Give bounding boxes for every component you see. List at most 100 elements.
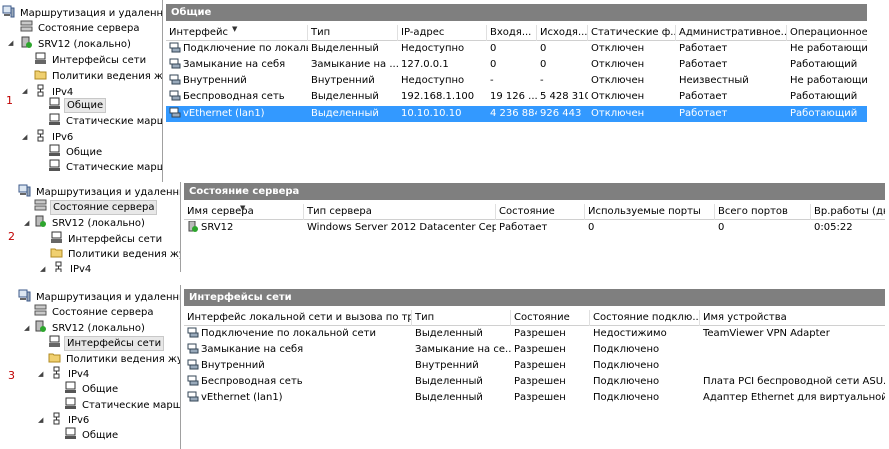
network-adapter-icon — [169, 74, 181, 85]
server-computer-icon — [18, 289, 31, 302]
column-header[interactable]: Имя устройства — [700, 310, 885, 326]
panel-2: Маршрутизация и удаленный Состояние серв… — [0, 182, 889, 272]
general-icon — [64, 381, 77, 394]
column-header[interactable]: Состояние подклю... — [590, 310, 700, 326]
table-row[interactable]: vEthernet (lan1) Выделенный Разрешен Под… — [184, 390, 885, 406]
tree-node-ipv4[interactable]: IPv4 — [50, 366, 91, 381]
tree-node-ipv6-general[interactable]: Общие — [64, 427, 120, 442]
network-node-icon — [34, 84, 47, 97]
column-header[interactable]: Тип — [308, 25, 398, 41]
general-icon — [48, 97, 61, 110]
tree-node-ipv6[interactable]: IPv6 — [50, 412, 91, 427]
panel-1: Маршрутизация и удаленный Состояние серв… — [0, 0, 889, 182]
step-number: 1 — [6, 94, 13, 107]
tree-node-ipv4-static[interactable]: Статические маршр — [64, 397, 180, 412]
column-header[interactable]: Статические ф... — [588, 25, 676, 41]
tree-node-server[interactable]: SRV12 (локально) — [34, 320, 147, 335]
tree-view: Маршрутизация и удаленный Состояние серв… — [0, 182, 180, 272]
table-row[interactable]: SRV12 Windows Server 2012 Datacenter Сер… — [184, 220, 885, 236]
column-headers: Интерфейс ▼ Тип IP-адрес Входя... Исходя… — [166, 25, 867, 41]
tree-node-ipv4-general[interactable]: Общие — [48, 97, 107, 113]
collapse-arrow-icon[interactable]: ◢ — [8, 39, 16, 47]
network-adapter-icon — [187, 327, 199, 338]
table-row[interactable]: Замыкание на себя Замыкание на ... 127.0… — [166, 57, 867, 73]
folder-icon — [48, 351, 61, 364]
tree-node-root[interactable]: Маршрутизация и удаленный — [18, 184, 180, 199]
pane-header: Интерфейсы сети — [184, 289, 885, 306]
sort-arrow-icon: ▼ — [240, 204, 246, 212]
server-green-icon — [20, 36, 33, 49]
network-interface-icon — [50, 231, 63, 244]
collapse-arrow-icon[interactable]: ◢ — [24, 324, 32, 332]
column-header[interactable]: Тип — [412, 310, 511, 326]
folder-icon — [50, 246, 63, 259]
column-header[interactable]: Исходя... — [537, 25, 588, 41]
tree-node-root[interactable]: Маршрутизация и удаленный — [2, 5, 162, 20]
static-routes-icon — [48, 113, 61, 126]
table-row[interactable]: Подключение по локальной сети Выделенный… — [184, 326, 885, 342]
column-header[interactable]: Состояние — [511, 310, 590, 326]
tree-node-policies[interactable]: Политики ведения жур — [34, 68, 162, 83]
tree-node-ipv4-static[interactable]: Статические маршр — [48, 113, 162, 128]
table-row[interactable]: Замыкание на себя Замыкание на се... Раз… — [184, 342, 885, 358]
table-row[interactable]: Беспроводная сеть Выделенный 192.168.1.1… — [166, 89, 867, 105]
tree-node-ipv6-general[interactable]: Общие — [48, 144, 104, 159]
column-header[interactable]: IP-адрес — [398, 25, 487, 41]
general-icon — [48, 144, 61, 157]
column-header[interactable]: Операционное с — [787, 25, 867, 41]
table-row[interactable]: Внутренний Внутренний Разрешен Подключен… — [184, 358, 885, 374]
tree-node-root[interactable]: Маршрутизация и удаленный — [18, 289, 180, 304]
server-computer-icon — [18, 184, 31, 197]
tree-node-server-status[interactable]: Состояние сервера — [34, 304, 155, 319]
column-header[interactable]: Входя... — [487, 25, 537, 41]
tree-node-policies[interactable]: Политики ведения жур — [50, 246, 180, 261]
server-green-icon — [34, 320, 47, 333]
collapse-arrow-icon[interactable]: ◢ — [22, 87, 30, 95]
network-interface-icon — [48, 335, 61, 348]
collapse-arrow-icon[interactable]: ◢ — [40, 265, 48, 272]
sort-arrow-icon: ▼ — [232, 25, 238, 33]
server-green-icon — [187, 220, 199, 232]
splitter[interactable] — [180, 285, 181, 449]
network-node-icon — [50, 412, 63, 425]
server-status-icon — [20, 20, 33, 33]
splitter[interactable] — [180, 182, 181, 272]
table-row-selected[interactable]: vEthernet (lan1) Выделенный 10.10.10.10 … — [166, 106, 867, 122]
column-header[interactable]: Тип сервера — [304, 204, 496, 220]
collapse-arrow-icon[interactable]: ◢ — [22, 133, 30, 141]
tree-node-ipv4[interactable]: IPv4 — [52, 261, 93, 272]
column-header[interactable]: Интерфейс локальной сети и вызова по тр.… — [184, 310, 412, 326]
tree-node-ipv4-general[interactable]: Общие — [64, 381, 120, 396]
tree-node-server[interactable]: SRV12 (локально) — [34, 215, 147, 230]
tree-node-server-status[interactable]: Состояние сервера — [34, 199, 158, 215]
network-node-icon — [34, 129, 47, 142]
tree-node-ipv6-static[interactable]: Статические маршр — [48, 159, 162, 174]
tree-view: Маршрутизация и удаленный Состояние серв… — [0, 285, 180, 449]
column-header[interactable]: Всего портов — [715, 204, 811, 220]
server-status-icon — [34, 304, 47, 317]
general-icon — [64, 427, 77, 440]
server-computer-icon — [2, 5, 15, 18]
tree-node-server[interactable]: SRV12 (локально) — [20, 36, 133, 51]
tree-node-interfaces[interactable]: Интерфейсы сети — [50, 231, 164, 246]
collapse-arrow-icon[interactable]: ◢ — [38, 416, 46, 424]
tree-node-server-status[interactable]: Состояние сервера — [20, 20, 141, 35]
splitter[interactable] — [162, 0, 163, 182]
table-row[interactable]: Подключение по локальн... Выделенный Нед… — [166, 41, 867, 57]
table-row[interactable]: Внутренний Внутренний Недоступно - - Отк… — [166, 73, 867, 89]
network-adapter-icon — [169, 90, 181, 101]
column-header[interactable]: Вр.работы (дн — [811, 204, 885, 220]
folder-icon — [34, 68, 47, 81]
column-headers: Имя сервера ▼ Тип сервера Состояние Испо… — [184, 204, 885, 220]
collapse-arrow-icon[interactable]: ◢ — [24, 219, 32, 227]
column-header[interactable]: Состояние — [496, 204, 585, 220]
column-header[interactable]: Используемые порты — [585, 204, 715, 220]
column-header[interactable]: Административное... — [676, 25, 787, 41]
table-row[interactable]: Беспроводная сеть Выделенный Разрешен По… — [184, 374, 885, 390]
tree-node-interfaces[interactable]: Интерфейсы сети — [48, 335, 165, 351]
tree-node-interfaces[interactable]: Интерфейсы сети — [34, 52, 148, 67]
collapse-arrow-icon[interactable]: ◢ — [38, 370, 46, 378]
tree-node-ipv6[interactable]: IPv6 — [34, 129, 75, 144]
pane-header: Состояние сервера — [184, 183, 885, 200]
tree-node-policies[interactable]: Политики ведения жур — [48, 351, 180, 366]
